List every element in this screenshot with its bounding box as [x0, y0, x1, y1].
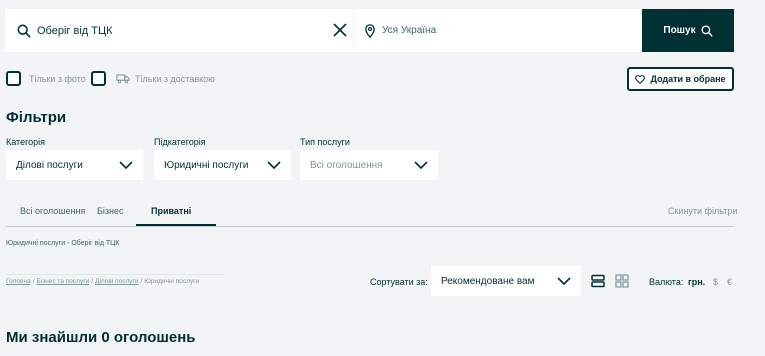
subcategory-select[interactable]: Юридичні послуги [154, 150, 291, 180]
heart-icon [635, 74, 646, 84]
tabs-divider [6, 226, 734, 227]
breadcrumb: Головна / Бізнес та послуги / Ділові пос… [6, 278, 199, 285]
truck-icon [116, 74, 130, 84]
category-value: Ділові послуги [16, 159, 83, 171]
reset-filters-link[interactable]: Скинути фільтри [668, 206, 737, 216]
service-type-select[interactable]: Всі оголошення [300, 150, 438, 180]
page-subtitle: Юридичні послуги - Оберіг від ТЦК [6, 240, 120, 247]
location-input[interactable] [382, 25, 622, 36]
subcategory-label: Підкатегорія [154, 137, 206, 147]
search-icon [701, 24, 713, 37]
category-select[interactable]: Ділові послуги [6, 150, 143, 180]
location-pin-icon [365, 23, 375, 38]
breadcrumb-separator: / [32, 278, 35, 285]
currency-eur[interactable]: € [727, 277, 732, 287]
sort-label: Сортувати за: [370, 277, 428, 287]
service-type-value: Всі оголошення [310, 159, 383, 171]
sort-select[interactable]: Рекомендоване вам [431, 266, 581, 296]
search-box[interactable] [5, 9, 353, 52]
currency-label: Валюта: [649, 277, 684, 287]
checkbox-box[interactable] [6, 71, 21, 86]
search-icon [17, 24, 31, 37]
search-input[interactable] [37, 24, 317, 37]
grid-view-icon[interactable] [615, 274, 629, 288]
subcategory-value: Юридичні послуги [164, 159, 249, 171]
filters-title: Фільтри [6, 109, 67, 126]
breadcrumb-business-services[interactable]: Бізнес та послуги [37, 278, 90, 285]
active-tab-indicator [136, 224, 216, 226]
currency-uah[interactable]: грн. [688, 277, 705, 287]
currency-usd[interactable]: $ [713, 277, 718, 287]
breadcrumb-current: Юридичні послуги [144, 278, 200, 285]
chevron-down-icon [267, 161, 281, 169]
delivery-only-label: Тільки з доставкою [135, 73, 215, 84]
divider [6, 274, 224, 275]
clear-icon[interactable] [333, 23, 347, 37]
add-to-favorites-label: Додати в обране [650, 74, 726, 84]
photo-only-label: Тільки з фото [29, 73, 86, 84]
tab-private[interactable]: Приватні [151, 206, 191, 216]
service-type-label: Тип послуги [300, 137, 350, 147]
list-view-icon[interactable] [591, 274, 605, 288]
checkbox-box[interactable] [91, 71, 106, 86]
chevron-down-icon [119, 161, 133, 169]
tab-all-ads[interactable]: Всі оголошення [20, 206, 85, 216]
chevron-down-icon [557, 277, 571, 285]
category-label: Категорія [6, 137, 46, 147]
add-to-favorites-button[interactable]: Додати в обране [627, 67, 734, 91]
breadcrumb-home[interactable]: Головна [6, 278, 31, 285]
breadcrumb-separator: / [91, 278, 94, 285]
chevron-down-icon [414, 161, 428, 169]
photo-only-checkbox[interactable]: Тільки з фото [6, 71, 86, 86]
sort-value: Рекомендоване вам [441, 275, 535, 287]
breadcrumb-separator: / [140, 278, 143, 285]
breadcrumb-business-services-category[interactable]: Ділові послуги [95, 278, 138, 285]
search-button-label: Пошук [663, 25, 696, 36]
location-box[interactable] [354, 9, 642, 52]
tab-business[interactable]: Бізнес [97, 206, 124, 216]
search-button[interactable]: Пошук [642, 9, 734, 52]
delivery-only-checkbox[interactable]: Тільки з доставкою [91, 71, 215, 86]
results-heading: Ми знайшли 0 оголошень [6, 329, 196, 346]
